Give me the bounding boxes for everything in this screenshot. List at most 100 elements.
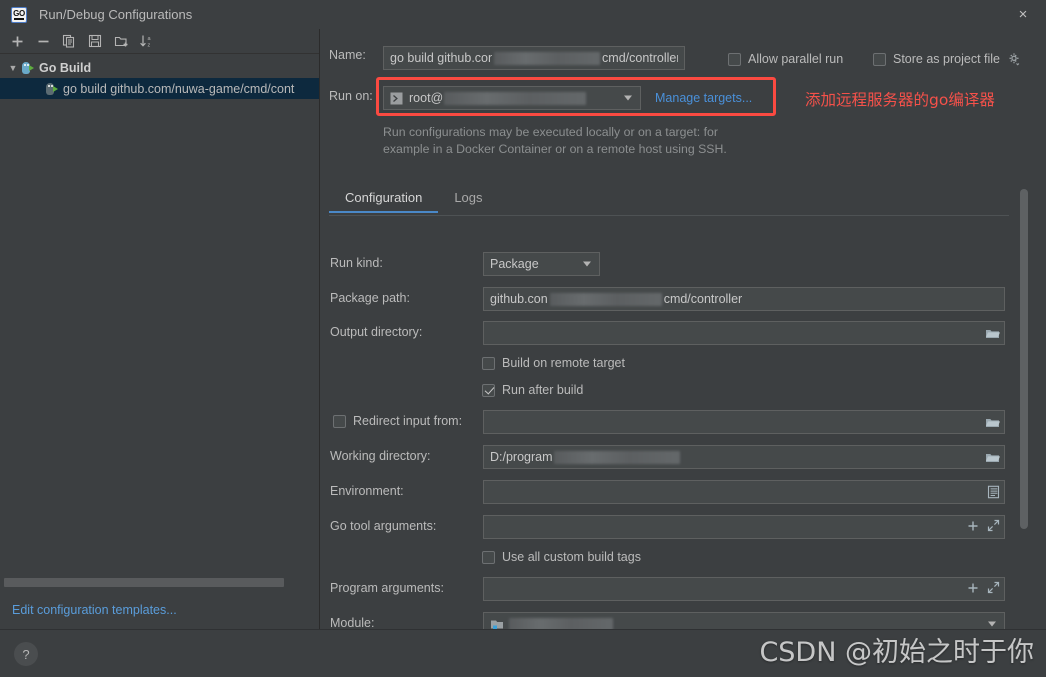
tab-logs[interactable]: Logs — [438, 184, 498, 213]
environment-label: Environment: — [330, 484, 404, 498]
scrollbar-thumb[interactable] — [4, 578, 284, 587]
run-on-redacted — [444, 91, 587, 105]
gear-icon[interactable] — [1007, 52, 1021, 66]
scrollbar-thumb[interactable] — [1020, 189, 1028, 529]
run-on-label: Run on: — [329, 89, 373, 103]
expand-icon[interactable] — [987, 519, 1000, 535]
add-icon[interactable] — [967, 582, 979, 597]
module-label: Module: — [330, 616, 375, 630]
add-icon[interactable] — [967, 520, 979, 535]
content-vertical-scrollbar[interactable] — [1020, 189, 1028, 529]
name-redacted — [493, 51, 601, 65]
left-panel-horizontal-scrollbar[interactable] — [4, 578, 314, 587]
remove-configuration-button[interactable] — [30, 30, 56, 52]
working-directory-value: D:/program — [490, 450, 553, 464]
output-directory-label: Output directory: — [330, 325, 423, 339]
package-path-redacted — [549, 292, 662, 306]
chevron-down-icon[interactable]: ▼ — [6, 63, 20, 73]
redirect-input-checkbox[interactable]: Redirect input from: — [333, 414, 462, 428]
save-icon[interactable] — [82, 30, 108, 52]
dialog-footer: ? OK CSDN @初始之时于你 — [0, 629, 1046, 677]
use-all-custom-build-tags-checkbox[interactable]: Use all custom build tags — [482, 550, 641, 564]
tree-item-go-build-controller[interactable]: go build github.com/nuwa-game/cmd/cont — [0, 78, 319, 99]
checkbox-box[interactable] — [482, 356, 495, 370]
configurations-panel: a z ▼ Go Build go build github.com/nuwa-… — [0, 29, 320, 629]
package-path-start: github.con — [490, 292, 548, 306]
run-on-row: Run on: — [329, 89, 373, 103]
terminal-icon — [390, 92, 403, 105]
edit-configuration-templates-link[interactable]: Edit configuration templates... — [12, 603, 177, 617]
build-on-remote-target-checkbox[interactable]: Build on remote target — [482, 356, 625, 370]
close-icon[interactable]: × — [1000, 0, 1046, 29]
name-value-end: cmd/controller — [602, 51, 678, 65]
tab-configuration[interactable]: Configuration — [329, 184, 439, 213]
configurations-toolbar: a z — [0, 29, 319, 54]
copy-icon[interactable] — [56, 30, 82, 52]
browse-folder-icon[interactable] — [985, 451, 1000, 464]
run-after-build-label: Run after build — [502, 383, 584, 397]
run-on-value: root@ — [409, 91, 444, 105]
checkbox-box[interactable] — [482, 550, 495, 564]
checkbox-box[interactable] — [728, 52, 741, 66]
folder-add-icon[interactable] — [108, 30, 134, 52]
chevron-down-icon[interactable] — [624, 95, 632, 101]
checkbox-box[interactable] — [333, 414, 346, 428]
configuration-content: Name: go build github.con cmd/controller… — [321, 29, 1046, 636]
helper-line-2: example in a Docker Container or on a re… — [383, 142, 727, 156]
annotation-text: 添加远程服务器的go编译器 — [805, 91, 995, 109]
run-after-build-checkbox[interactable]: Run after build — [482, 383, 583, 397]
checkbox-box[interactable] — [873, 52, 886, 66]
use-all-custom-build-tags-label: Use all custom build tags — [502, 550, 641, 564]
titlebar: GO Run/Debug Configurations × — [0, 0, 1046, 29]
name-row: Name: — [329, 48, 366, 62]
go-logo-icon: GO — [11, 6, 27, 23]
tab-divider — [329, 215, 1009, 216]
tab-bar: Configuration Logs — [329, 184, 499, 213]
package-path-label: Package path: — [330, 291, 410, 305]
browse-folder-icon[interactable] — [985, 416, 1000, 429]
svg-text:a: a — [148, 36, 152, 42]
helper-line-1: Run configurations may be executed local… — [383, 125, 718, 139]
redirect-input-field[interactable] — [483, 410, 1005, 434]
program-arguments-input[interactable] — [483, 577, 1005, 601]
package-path-input[interactable]: github.con cmd/controller — [483, 287, 1005, 311]
run-on-dropdown[interactable]: root@ — [383, 86, 641, 110]
name-input[interactable]: go build github.con cmd/controller — [383, 46, 685, 70]
browse-folder-icon[interactable] — [985, 327, 1000, 340]
run-kind-value: Package — [490, 257, 539, 271]
go-build-icon — [20, 61, 34, 75]
working-directory-input[interactable]: D:/program — [483, 445, 1005, 469]
expand-icon[interactable] — [987, 581, 1000, 597]
environment-variables-icon[interactable] — [987, 485, 1000, 499]
tree-group-go-build[interactable]: ▼ Go Build — [0, 57, 319, 78]
add-configuration-button[interactable] — [4, 30, 30, 52]
run-debug-configurations-dialog: GO Run/Debug Configurations × a z ▼ Go B… — [0, 0, 1046, 677]
help-button[interactable]: ? — [14, 642, 38, 666]
run-on-helper-text: Run configurations may be executed local… — [383, 124, 803, 158]
allow-parallel-run-checkbox[interactable]: Allow parallel run — [728, 52, 843, 66]
configurations-tree: ▼ Go Build go build github.com/nuwa-game… — [0, 54, 319, 99]
program-arguments-label: Program arguments: — [330, 581, 444, 595]
allow-parallel-run-label: Allow parallel run — [748, 52, 844, 66]
manage-targets-link[interactable]: Manage targets... — [655, 91, 752, 105]
build-on-remote-target-label: Build on remote target — [502, 356, 625, 370]
name-value-start: go build github.con — [390, 51, 492, 65]
program-arguments-actions[interactable] — [967, 581, 1000, 597]
go-tool-arguments-input[interactable] — [483, 515, 1005, 539]
go-build-icon — [44, 82, 58, 96]
working-directory-redacted — [553, 450, 680, 464]
csdn-watermark: CSDN @初始之时于你 — [759, 637, 1034, 668]
sort-az-icon[interactable]: a z — [134, 30, 160, 52]
name-label: Name: — [329, 48, 366, 62]
tree-item-label: go build github.com/nuwa-game/cmd/cont — [63, 81, 295, 96]
checkbox-box[interactable] — [482, 383, 495, 397]
chevron-down-icon[interactable] — [988, 621, 996, 627]
working-directory-label: Working directory: — [330, 449, 431, 463]
output-directory-input[interactable] — [483, 321, 1005, 345]
store-as-project-file-checkbox[interactable]: Store as project file — [873, 52, 1021, 66]
environment-input[interactable] — [483, 480, 1005, 504]
run-kind-dropdown[interactable]: Package — [483, 252, 600, 276]
go-tool-arguments-actions[interactable] — [967, 519, 1000, 535]
chevron-down-icon[interactable] — [583, 261, 591, 267]
run-kind-label: Run kind: — [330, 256, 383, 270]
